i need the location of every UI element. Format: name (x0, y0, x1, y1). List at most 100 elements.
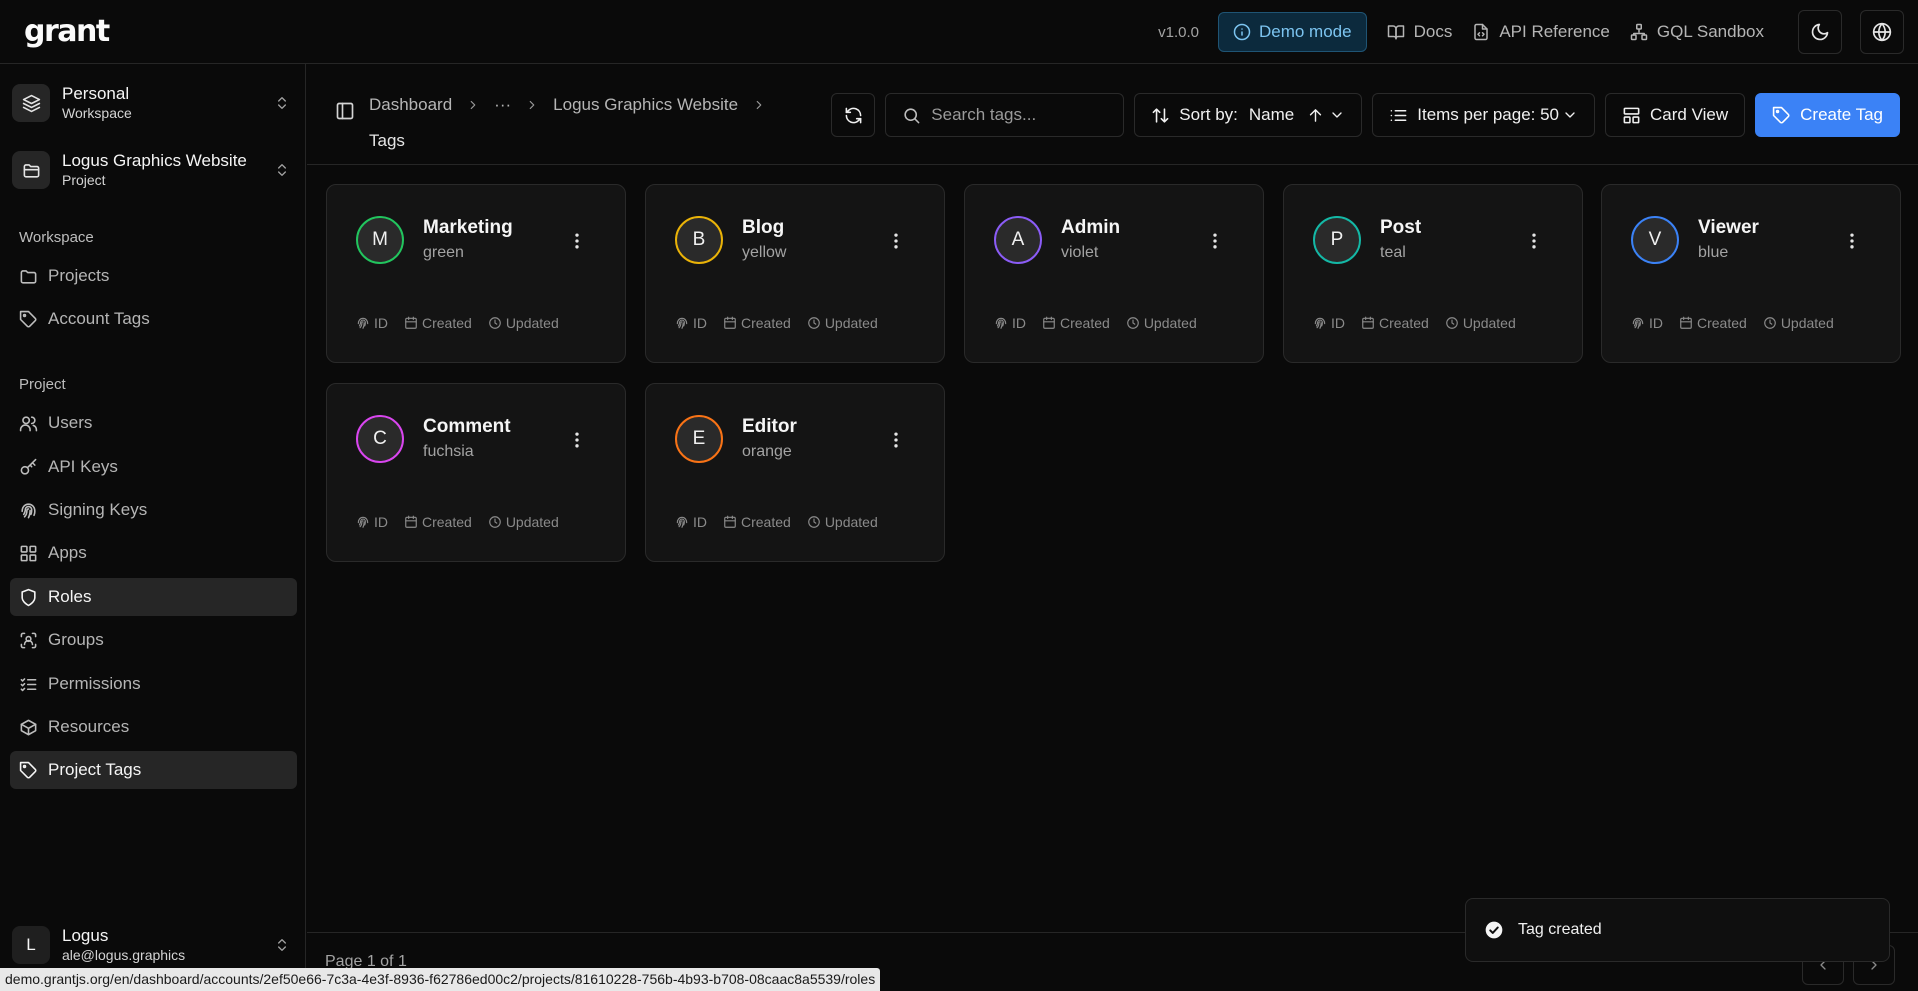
shield-icon (19, 588, 38, 607)
breadcrumb-dashboard[interactable]: Dashboard (369, 87, 452, 123)
calendar-icon (1042, 316, 1056, 330)
user-menu[interactable]: L Logus ale@logus.graphics (12, 918, 296, 972)
sidebar-item-label: Account Tags (48, 309, 150, 328)
tag-card-marketing[interactable]: M Marketing green ID Created Updated (326, 184, 626, 363)
meta-updated: Updated (505, 315, 559, 331)
gql-sandbox-link-label: GQL Sandbox (1656, 22, 1764, 41)
tag-meta: ID Created Updated (1313, 315, 1516, 331)
sidebar-item-project-tags[interactable]: Project Tags (10, 751, 297, 789)
header-actions: v1.0.0 Demo mode Docs API Reference GQL … (1158, 10, 1904, 54)
main-toolbar: Dashboard ··· Logus Graphics Website Tag… (307, 65, 1918, 165)
tag-color: yellow (742, 244, 787, 261)
fingerprint-icon (1313, 316, 1327, 330)
tag-card-comment[interactable]: C Comment fuchsia ID Created Updated (326, 383, 626, 562)
project-switcher[interactable]: Logus Graphics Website Project (12, 142, 296, 198)
tag-card-admin[interactable]: A Admin violet ID Created Updated (964, 184, 1264, 363)
sidebar-item-signing-keys[interactable]: Signing Keys (10, 491, 297, 529)
tag-card-blog[interactable]: B Blog yellow ID Created Updated (645, 184, 945, 363)
docs-link-label: Docs (1413, 22, 1453, 41)
clock-icon (488, 316, 502, 330)
sidebar-item-label: Signing Keys (48, 500, 148, 519)
tag-card-viewer[interactable]: V Viewer blue ID Created Updated (1601, 184, 1901, 363)
docs-link[interactable]: Docs (1387, 22, 1453, 42)
key-icon (19, 458, 38, 477)
sidebar-item-groups[interactable]: Groups (10, 621, 297, 659)
sidebar-item-label: Resources (48, 717, 130, 736)
tag-avatar: C (356, 415, 404, 463)
create-tag-label: Create Tag (1800, 105, 1883, 124)
sidebar-item-account-tags[interactable]: Account Tags (10, 300, 297, 338)
api-reference-link[interactable]: API Reference (1472, 22, 1610, 42)
fingerprint-icon (675, 316, 689, 330)
more-vertical-icon[interactable] (1842, 231, 1862, 251)
more-vertical-icon[interactable] (1205, 231, 1225, 251)
items-per-page-label: Items per page: 50 (1417, 105, 1560, 124)
more-vertical-icon[interactable] (567, 231, 587, 251)
tag-color: blue (1698, 244, 1729, 261)
fingerprint-icon (19, 501, 38, 520)
breadcrumb-project[interactable]: Logus Graphics Website (553, 87, 738, 123)
sidebar-item-api-keys[interactable]: API Keys (10, 448, 297, 486)
tag-color: teal (1380, 244, 1406, 261)
create-tag-button[interactable]: Create Tag (1755, 93, 1900, 137)
meta-created: Created (1379, 315, 1429, 331)
sort-label: Sort by: (1179, 105, 1238, 124)
theme-toggle-button[interactable] (1798, 10, 1842, 54)
demo-mode-badge[interactable]: Demo mode (1217, 12, 1367, 52)
calendar-icon (1361, 316, 1375, 330)
more-vertical-icon[interactable] (1524, 231, 1544, 251)
more-vertical-icon[interactable] (886, 430, 906, 450)
user-email: ale@logus.graphics (62, 947, 186, 963)
meta-id: ID (1649, 315, 1663, 331)
moon-icon (1810, 22, 1830, 42)
breadcrumb-ellipsis[interactable]: ··· (494, 87, 511, 123)
tag-card-editor[interactable]: E Editor orange ID Created Updated (645, 383, 945, 562)
network-icon (1630, 23, 1648, 41)
tag-icon (19, 761, 38, 780)
sort-icon (1151, 106, 1170, 125)
breadcrumb: Dashboard ··· Logus Graphics Website Tag… (369, 87, 789, 159)
more-vertical-icon[interactable] (886, 231, 906, 251)
tag-name: Viewer (1698, 217, 1759, 238)
more-vertical-icon[interactable] (567, 430, 587, 450)
file-code-icon (1472, 23, 1490, 41)
layout-icon (1622, 106, 1641, 125)
workspace-switcher[interactable]: Personal Workspace (12, 75, 296, 131)
sidebar-item-projects[interactable]: Projects (10, 257, 297, 295)
list-icon (1389, 106, 1408, 125)
fingerprint-icon (675, 515, 689, 529)
tag-meta: ID Created Updated (675, 514, 878, 530)
sidebar-item-roles[interactable]: Roles (10, 578, 297, 616)
app-logo[interactable]: grant (24, 14, 110, 49)
calendar-icon (1679, 316, 1693, 330)
search-input[interactable] (931, 105, 1112, 125)
meta-id: ID (1331, 315, 1345, 331)
search-box (885, 93, 1125, 137)
list-check-icon (19, 675, 38, 694)
gql-sandbox-link[interactable]: GQL Sandbox (1630, 22, 1764, 42)
tag-card-post[interactable]: P Post teal ID Created Updated (1283, 184, 1583, 363)
sidebar-item-apps[interactable]: Apps (10, 534, 297, 572)
box-icon (19, 718, 38, 737)
tag-color: orange (742, 443, 792, 460)
sidebar-item-resources[interactable]: Resources (10, 708, 297, 746)
meta-id: ID (693, 514, 707, 530)
meta-id: ID (374, 315, 388, 331)
tag-meta: ID Created Updated (675, 315, 878, 331)
tag-meta: ID Created Updated (356, 514, 559, 530)
items-per-page-button[interactable]: Items per page: 50 (1372, 93, 1596, 137)
project-section-label: Project (19, 376, 66, 393)
refresh-button[interactable] (831, 93, 876, 137)
folder-open-icon (22, 161, 41, 180)
layers-icon (22, 94, 41, 113)
sidebar-item-permissions[interactable]: Permissions (10, 665, 297, 703)
view-toggle-button[interactable]: Card View (1605, 93, 1746, 137)
users-icon (19, 414, 38, 433)
language-button[interactable] (1860, 10, 1904, 54)
tag-name: Marketing (423, 217, 513, 238)
sort-button[interactable]: Sort by: Name (1134, 93, 1363, 137)
sidebar-item-users[interactable]: Users (10, 404, 297, 442)
sidebar-toggle-icon[interactable] (335, 101, 355, 121)
project-avatar (12, 151, 50, 189)
fingerprint-icon (994, 316, 1008, 330)
